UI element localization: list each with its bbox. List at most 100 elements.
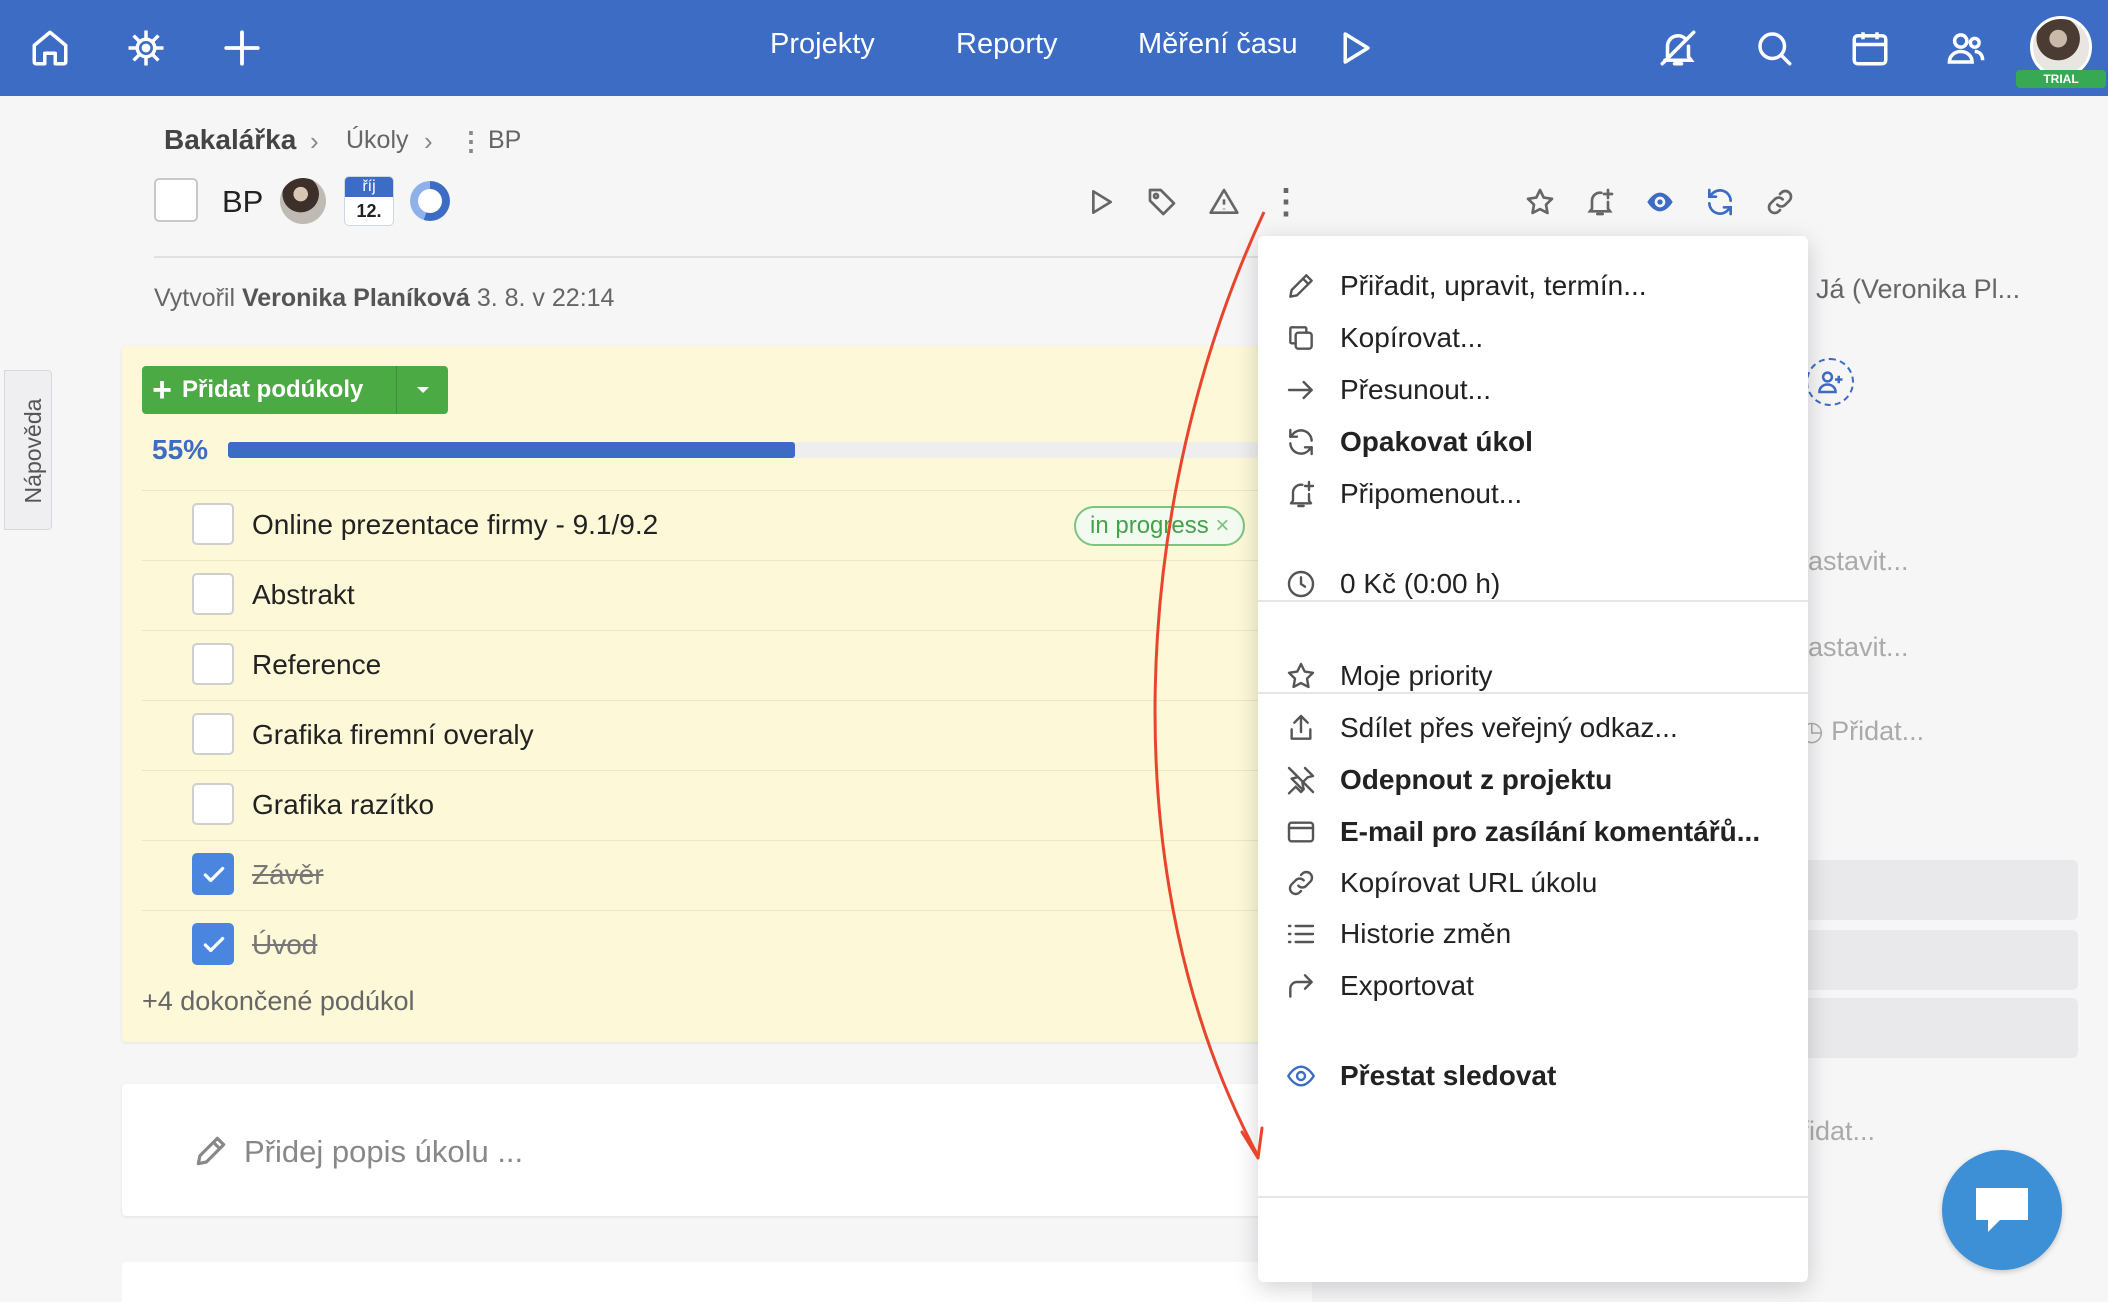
subtask-row[interactable]: Úvod bbox=[142, 910, 1262, 980]
subtask-row[interactable]: Reference bbox=[142, 630, 1262, 700]
nav-mereni-casu[interactable]: Měření času bbox=[1138, 28, 1298, 61]
nav-projekty[interactable]: Projekty bbox=[770, 28, 875, 61]
subtask-checkbox[interactable] bbox=[192, 923, 234, 965]
set-field-1[interactable]: astavit... bbox=[1808, 546, 1909, 577]
menu-item-label: Odepnout z projektu bbox=[1340, 764, 1613, 795]
share-icon bbox=[1284, 711, 1318, 745]
nav-reporty[interactable]: Reporty bbox=[956, 28, 1058, 61]
more-vertical-icon[interactable]: ⋮ bbox=[1266, 182, 1306, 222]
close-icon[interactable]: × bbox=[1215, 512, 1229, 539]
completed-subtasks-link[interactable]: +4 dokončené podúkol bbox=[142, 986, 414, 1017]
chevron-down-icon[interactable] bbox=[396, 366, 448, 414]
menu-item-label: Přestat sledovat bbox=[1340, 1060, 1557, 1091]
subtask-checkbox[interactable] bbox=[192, 713, 234, 755]
menu-item[interactable]: Přesunout... bbox=[1258, 360, 1808, 420]
export-icon bbox=[1284, 969, 1318, 1003]
trial-badge: TRIAL bbox=[2016, 70, 2106, 88]
menu-item[interactable]: Sdílet přes veřejný odkaz... bbox=[1258, 698, 1808, 758]
comments-card bbox=[122, 1262, 1312, 1302]
description-placeholder[interactable]: Přidej popis úkolu ... bbox=[244, 1134, 523, 1170]
subtask-checkbox[interactable] bbox=[192, 643, 234, 685]
due-date-badge[interactable]: říj 12. bbox=[344, 176, 394, 226]
menu-item-label: 0 Kč (0:00 h) bbox=[1340, 568, 1501, 599]
menu-separator bbox=[1258, 600, 1808, 602]
menu-item-label: Opakovat úkol bbox=[1340, 426, 1533, 457]
menu-item[interactable]: Moje priority bbox=[1258, 646, 1808, 706]
repeat-icon[interactable] bbox=[1700, 182, 1740, 222]
bell-plus-icon[interactable] bbox=[1580, 182, 1620, 222]
subtask-checkbox[interactable] bbox=[192, 503, 234, 545]
assignee-avatar[interactable] bbox=[280, 178, 326, 224]
subtask-label[interactable]: Reference bbox=[252, 649, 381, 681]
bell-off-icon[interactable] bbox=[1650, 20, 1706, 76]
subtask-label[interactable]: Abstrakt bbox=[252, 579, 355, 611]
subtask-row[interactable]: Grafika firemní overaly bbox=[142, 700, 1262, 770]
set-field-2[interactable]: astavit... bbox=[1808, 632, 1909, 663]
status-tag[interactable]: in progress × bbox=[1074, 506, 1246, 546]
plus-icon[interactable] bbox=[214, 20, 270, 76]
subtask-row[interactable]: Závěr bbox=[142, 840, 1262, 910]
subtask-label[interactable]: Grafika firemní overaly bbox=[252, 719, 534, 751]
search-icon[interactable] bbox=[1746, 20, 1802, 76]
warning-icon[interactable] bbox=[1204, 182, 1244, 222]
unpin-icon bbox=[1284, 763, 1318, 797]
tag-icon[interactable] bbox=[1142, 182, 1182, 222]
menu-item[interactable]: Exportovat bbox=[1258, 956, 1808, 1016]
more-vertical-icon[interactable]: ⋮ bbox=[458, 126, 484, 157]
subtask-label[interactable]: Grafika razítko bbox=[252, 789, 434, 821]
menu-item[interactable]: Přestat sledovat bbox=[1258, 1046, 1808, 1106]
home-icon[interactable] bbox=[22, 20, 78, 76]
add-follower-icon[interactable] bbox=[1806, 358, 1854, 406]
breadcrumb-section[interactable]: Úkoly bbox=[346, 126, 409, 155]
created-prefix: Vytvořil bbox=[154, 284, 236, 312]
subtask-checkbox[interactable] bbox=[192, 853, 234, 895]
link-icon bbox=[1284, 866, 1318, 900]
add-subtasks-button[interactable]: + Přidat podúkoly bbox=[142, 366, 448, 414]
menu-item[interactable]: Připomenout... bbox=[1258, 464, 1808, 524]
play-icon[interactable] bbox=[1080, 182, 1120, 222]
add-field[interactable]: řidat... bbox=[1800, 1116, 1875, 1147]
menu-item[interactable]: Kopírovat... bbox=[1258, 308, 1808, 368]
right-block-2 bbox=[1800, 930, 2078, 990]
task-complete-checkbox[interactable] bbox=[154, 178, 198, 222]
header-divider bbox=[154, 256, 1264, 258]
menu-separator bbox=[1258, 692, 1808, 694]
menu-item[interactable]: 0 Kč (0:00 h) bbox=[1258, 554, 1808, 614]
menu-item[interactable]: Přiřadit, upravit, termín... bbox=[1258, 256, 1808, 316]
link-icon[interactable] bbox=[1760, 182, 1800, 222]
user-avatar[interactable] bbox=[2030, 16, 2092, 78]
subtask-label[interactable]: Závěr bbox=[252, 859, 324, 891]
menu-item-label: Sdílet přes veřejný odkaz... bbox=[1340, 712, 1678, 743]
star-icon[interactable] bbox=[1520, 182, 1560, 222]
add-time-field[interactable]: ◷ Přidat... bbox=[1800, 716, 1924, 747]
subtask-row[interactable]: Abstrakt bbox=[142, 560, 1262, 630]
chat-icon[interactable] bbox=[1942, 1150, 2062, 1270]
menu-item[interactable]: Odepnout z projektu bbox=[1258, 750, 1808, 810]
chevron-right-icon: › bbox=[310, 126, 319, 156]
calendar-icon[interactable] bbox=[1842, 20, 1898, 76]
created-author: Veronika Planíková bbox=[241, 284, 470, 312]
list-icon bbox=[1284, 917, 1318, 951]
menu-item[interactable]: Historie změn bbox=[1258, 904, 1808, 964]
add-time-label: Přidat... bbox=[1831, 716, 1925, 746]
helm-icon[interactable] bbox=[118, 20, 174, 76]
plus-icon: + bbox=[152, 371, 172, 409]
play-icon[interactable] bbox=[1326, 20, 1382, 76]
menu-item[interactable]: Opakovat úkol bbox=[1258, 412, 1808, 472]
subtask-label[interactable]: Online prezentace firmy - 9.1/9.2 bbox=[252, 509, 658, 541]
breadcrumb-task: BP bbox=[488, 126, 522, 154]
task-title[interactable]: BP bbox=[222, 184, 263, 220]
mail-icon bbox=[1284, 815, 1318, 849]
menu-item-label: Exportovat bbox=[1340, 970, 1474, 1001]
created-info: Vytvořil Veronika Planíková 3. 8. v 22:1… bbox=[154, 284, 614, 313]
eye-icon[interactable] bbox=[1640, 182, 1680, 222]
subtask-label[interactable]: Úvod bbox=[252, 929, 317, 961]
breadcrumb-project[interactable]: Bakalářka bbox=[164, 124, 296, 156]
help-tab[interactable]: Nápověda bbox=[4, 370, 52, 530]
subtask-checkbox[interactable] bbox=[192, 783, 234, 825]
menu-item-label: Připomenout... bbox=[1340, 478, 1523, 509]
users-icon[interactable] bbox=[1938, 20, 1994, 76]
subtask-row[interactable]: Grafika razítko bbox=[142, 770, 1262, 840]
subtask-checkbox[interactable] bbox=[192, 573, 234, 615]
follower-name[interactable]: Já (Veronika Pl... bbox=[1816, 274, 2020, 305]
